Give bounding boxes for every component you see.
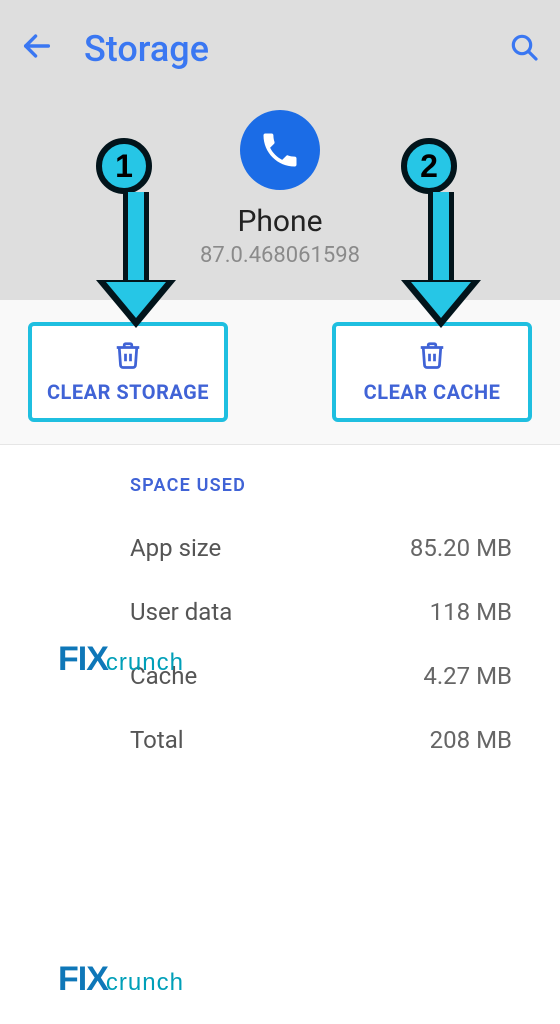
stat-label: User data — [130, 598, 232, 626]
list-item: User data 118 MB — [0, 580, 560, 644]
app-info: Phone 87.0.468061598 — [0, 110, 560, 268]
clear-storage-button[interactable]: CLEAR STORAGE — [28, 322, 228, 422]
list-item: Total 208 MB — [0, 708, 560, 772]
trash-icon — [417, 340, 447, 374]
list-item: App size 85.20 MB — [0, 516, 560, 580]
stat-label: App size — [130, 534, 221, 562]
top-bar: Storage — [0, 0, 560, 80]
app-version: 87.0.468061598 — [0, 243, 560, 268]
watermark-part-b: crunch — [106, 969, 184, 996]
stat-value: 85.20 MB — [410, 534, 512, 562]
space-used-section: SPACE USED App size 85.20 MB User data 1… — [0, 445, 560, 772]
phone-app-icon — [240, 110, 320, 190]
stat-label: Cache — [130, 662, 197, 690]
clear-storage-label: CLEAR STORAGE — [47, 380, 209, 404]
clear-cache-button[interactable]: CLEAR CACHE — [332, 322, 532, 422]
stat-value: 4.27 MB — [423, 662, 512, 690]
back-arrow-icon[interactable] — [20, 29, 54, 69]
watermark: FIXcrunch — [58, 960, 184, 999]
stat-label: Total — [130, 726, 184, 754]
page-title: Storage — [84, 28, 508, 70]
app-name: Phone — [0, 204, 560, 239]
list-item: Cache 4.27 MB — [0, 644, 560, 708]
trash-icon — [113, 340, 143, 374]
stat-value: 118 MB — [430, 598, 512, 626]
header: Storage Phone 87.0.468061598 — [0, 0, 560, 300]
clear-cache-label: CLEAR CACHE — [364, 380, 501, 404]
action-row: CLEAR STORAGE CLEAR CACHE — [0, 300, 560, 445]
search-icon[interactable] — [508, 31, 540, 67]
watermark-part-a: FIX — [58, 960, 108, 998]
stat-value: 208 MB — [430, 726, 512, 754]
section-title: SPACE USED — [0, 475, 560, 516]
